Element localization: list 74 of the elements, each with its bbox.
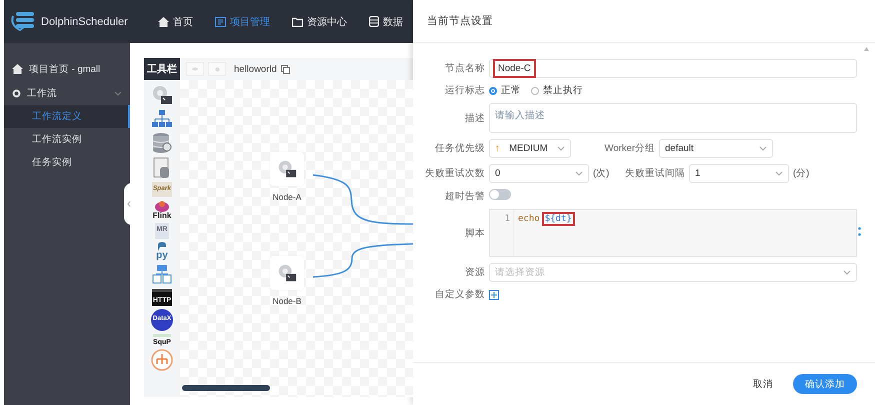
add-button[interactable] xyxy=(489,290,499,300)
field-label: 描述 xyxy=(464,112,485,124)
radio-dot[interactable] xyxy=(531,86,539,94)
field-label: 自定义参数 xyxy=(434,288,485,301)
radio-dot[interactable] xyxy=(489,86,497,94)
worker-group-select[interactable]: default xyxy=(659,139,773,158)
home-icon xyxy=(12,64,23,74)
shell-icon xyxy=(277,263,297,283)
field-label: 脚本 xyxy=(464,226,485,240)
drag-handle-icon[interactable] xyxy=(858,227,861,236)
process-name: helloworld xyxy=(234,64,277,74)
radio-option[interactable]: 禁止执行 xyxy=(531,84,583,97)
field-label: 任务优先级 xyxy=(434,142,485,155)
priority-select[interactable]: ↑ MEDIUM xyxy=(489,139,571,158)
logo-text: DolphinScheduler xyxy=(41,16,128,28)
sidebar-subitem[interactable]: 工作流实例 xyxy=(4,128,130,151)
toolbar-label: 工具栏 xyxy=(144,58,180,80)
nav-tab[interactable]: 资源中心 xyxy=(292,14,347,28)
chevron-down-icon xyxy=(557,146,565,151)
shell-tool-icon xyxy=(151,84,173,106)
retry-interval-select[interactable]: 1 xyxy=(689,164,789,183)
code-token: echo xyxy=(518,214,540,224)
field-label: 失败重试次数 xyxy=(424,167,485,180)
copy-icon[interactable] xyxy=(280,64,290,74)
nav-tab[interactable]: 首页 xyxy=(158,14,193,28)
arrow-up-icon: ↑ xyxy=(495,143,500,154)
folder-icon xyxy=(292,16,303,26)
dot-icon xyxy=(214,66,220,72)
sidebar-subitem[interactable]: 工作流定义 xyxy=(4,105,130,128)
radio-option[interactable]: 正常 xyxy=(489,84,521,97)
sidebar-item[interactable]: 项目首页 - gmall xyxy=(4,57,130,81)
document-tool-icon[interactable] xyxy=(153,157,171,179)
script-editor[interactable]: 1 echo ${dt} xyxy=(489,209,857,257)
scroll-up-icon[interactable] xyxy=(864,47,869,51)
field-label: Worker分组 xyxy=(604,142,655,155)
field-label: 失败重试间隔 xyxy=(625,167,685,180)
field-value: Node-C xyxy=(495,61,534,76)
chevron-down-icon xyxy=(575,171,583,176)
chevron-down-icon xyxy=(775,171,783,176)
unit-label: (分) xyxy=(793,167,810,180)
task-node[interactable] xyxy=(270,152,304,186)
gear-icon xyxy=(12,88,21,98)
sidebar-subitem[interactable]: 任务实例 xyxy=(4,151,130,174)
database-icon xyxy=(368,16,379,27)
scrollbar[interactable] xyxy=(182,385,270,391)
field-label: 运行标志 xyxy=(444,84,485,97)
unit-label: (次) xyxy=(593,167,610,180)
description-field[interactable]: 请输入描述 xyxy=(489,103,857,133)
field-label: 节点名称 xyxy=(444,62,485,75)
sidebar-item[interactable]: 工作流 xyxy=(4,81,130,105)
home-icon xyxy=(158,16,169,26)
hierarchy-tool-icon[interactable] xyxy=(152,109,172,129)
project-icon xyxy=(214,16,226,26)
chevron-icon xyxy=(114,90,122,96)
field-label: 资源 xyxy=(464,266,485,279)
panel-title: 当前节点设置 xyxy=(413,0,875,43)
retry-times-select[interactable]: 0 xyxy=(489,164,589,183)
field-label: 超时告警 xyxy=(444,190,485,202)
code-token: ${dt} xyxy=(544,214,573,224)
shell-icon xyxy=(277,159,297,179)
nav-tab[interactable]: 数据 xyxy=(368,14,403,28)
database-tool-icon[interactable] xyxy=(152,132,172,154)
chevron-down-icon xyxy=(759,146,767,151)
dependency-tool-icon[interactable] xyxy=(152,264,172,286)
chevron-down-icon xyxy=(843,270,851,275)
conditions-tool-icon[interactable] xyxy=(151,348,173,370)
cancel-button[interactable]: 取消 xyxy=(747,376,779,392)
node-label: Node-A xyxy=(272,192,302,202)
nav-tab[interactable]: 项目管理 xyxy=(214,14,270,28)
node-label: Node-B xyxy=(272,296,302,306)
task-node[interactable] xyxy=(270,256,304,290)
line-number: 1 xyxy=(504,214,510,224)
toggle-switch[interactable] xyxy=(489,189,511,200)
node-name-field[interactable]: Node-C xyxy=(489,59,857,78)
